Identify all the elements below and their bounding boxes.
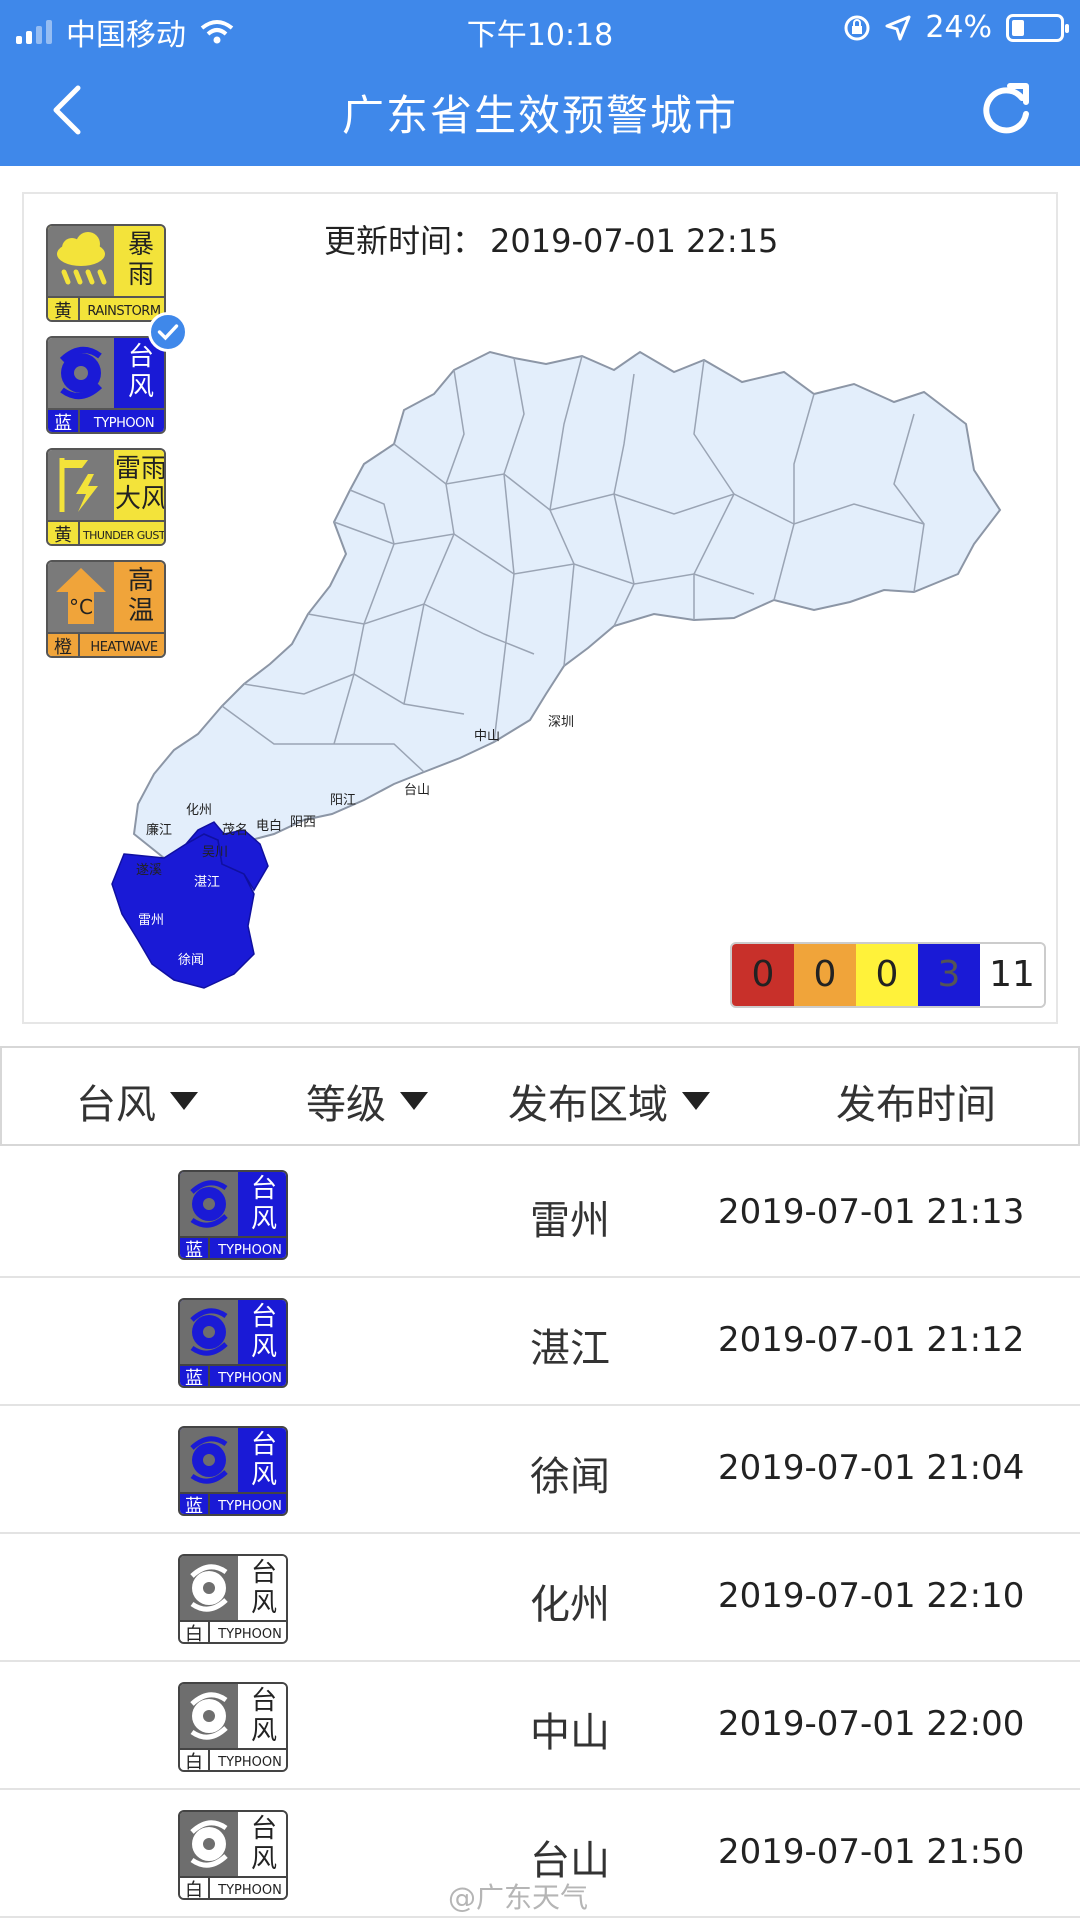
province-shape (132, 350, 1002, 860)
refresh-button[interactable] (976, 76, 1036, 140)
city-label: 阳江 (330, 793, 356, 808)
table-row[interactable]: 台风蓝 TYPHOON 雷州 2019-07-01 21:13 (0, 1150, 1080, 1278)
badge-en: TYPHOON (210, 1876, 286, 1898)
header-time: 发布时间 (836, 1072, 996, 1130)
badge-en: TYPHOON (210, 1748, 286, 1770)
typhoon-warning-badge: 台风白 TYPHOON (178, 1810, 288, 1900)
count-yellow: 0 (856, 944, 918, 1006)
typhoon-warning-badge: 台风白 TYPHOON (178, 1682, 288, 1772)
table-row[interactable]: 台风蓝 TYPHOON 徐闻 2019-07-01 21:04 (0, 1406, 1080, 1534)
orientation-lock-icon (844, 15, 870, 40)
row-time: 2019-07-01 22:00 (718, 1704, 1025, 1744)
badge-level: 白 (180, 1620, 210, 1642)
table-header: 台风 等级 发布区域 发布时间 (0, 1046, 1080, 1146)
typhoon-icon (180, 1428, 238, 1492)
row-area: 中山 (530, 1710, 610, 1756)
legend-level: 黄 (48, 296, 80, 320)
badge-level: 蓝 (180, 1364, 210, 1386)
row-time: 2019-07-01 22:10 (718, 1576, 1025, 1616)
header-type: 台风 (76, 1082, 156, 1128)
count-red: 0 (732, 944, 794, 1006)
legend-level: 橙 (48, 632, 80, 656)
guangdong-map[interactable]: 中山 深圳 台山 阳江 阳西 电白 茂名 化州 廉江 吴川 遂溪 湛江 雷州 徐… (94, 274, 1034, 994)
page-title: 广东省生效预警城市 (341, 91, 738, 140)
row-time: 2019-07-01 21:12 (718, 1320, 1025, 1360)
update-time-value: 2019-07-01 22:15 (490, 222, 779, 260)
city-label: 雷州 (138, 913, 164, 928)
city-label: 深圳 (548, 715, 574, 730)
badge-en: TYPHOON (210, 1620, 286, 1642)
update-time-label: 更新时间： (324, 222, 485, 260)
city-label: 茂名 (222, 822, 248, 838)
badge-word: 台风 (238, 1300, 286, 1364)
legend-level: 蓝 (48, 408, 80, 432)
typhoon-icon (180, 1300, 238, 1364)
row-time: 2019-07-01 21:04 (718, 1448, 1025, 1488)
city-label: 湛江 (194, 875, 220, 890)
map-panel: 更新时间： 2019-07-01 22:15 暴雨 黄 RAINSTORM 台风 … (22, 192, 1058, 1024)
badge-level: 白 (180, 1748, 210, 1770)
city-label: 遂溪 (136, 863, 162, 878)
typhoon-warning-badge: 台风蓝 TYPHOON (178, 1298, 288, 1388)
row-area: 雷州 (530, 1198, 610, 1244)
warning-counts: 0 0 0 3 11 (730, 942, 1046, 1008)
city-label: 电白 (256, 818, 282, 834)
status-bar: 中国移动 下午10:18 24% (0, 0, 1080, 56)
watermark: @广东天气 (448, 1881, 589, 1914)
dropdown-arrow-icon (682, 1092, 710, 1110)
location-arrow-icon (885, 15, 911, 40)
svg-text:°C: °C (69, 595, 93, 619)
badge-level: 蓝 (180, 1492, 210, 1514)
typhoon-icon (180, 1812, 238, 1876)
battery-icon (1006, 13, 1069, 42)
row-area: 湛江 (530, 1326, 610, 1372)
area-filter-dropdown[interactable]: 发布区域 (508, 1072, 710, 1130)
level-filter-dropdown[interactable]: 等级 (306, 1072, 428, 1130)
legend-level: 黄 (48, 520, 80, 544)
city-label: 阳西 (290, 815, 316, 830)
update-time: 更新时间： 2019-07-01 22:15 (324, 216, 778, 262)
badge-en: TYPHOON (210, 1236, 286, 1258)
typhoon-icon (180, 1172, 238, 1236)
count-blue: 3 (918, 944, 980, 1006)
city-label: 台山 (404, 783, 430, 798)
top-bar: 中国移动 下午10:18 24% 广东省生效预警城市 (0, 0, 1080, 166)
type-filter-dropdown[interactable]: 台风 (76, 1072, 198, 1130)
row-time: 2019-07-01 21:13 (718, 1192, 1025, 1232)
badge-word: 台风 (238, 1172, 286, 1236)
badge-en: TYPHOON (210, 1364, 286, 1386)
header-time-label: 发布时间 (836, 1082, 996, 1128)
badge-word: 台风 (238, 1556, 286, 1620)
row-area: 徐闻 (530, 1454, 610, 1500)
typhoon-warning-badge: 台风白 TYPHOON (178, 1554, 288, 1644)
dropdown-arrow-icon (170, 1092, 198, 1110)
city-label: 中山 (474, 729, 500, 744)
nav-bar: 广东省生效预警城市 (0, 70, 1080, 150)
typhoon-warning-badge: 台风蓝 TYPHOON (178, 1170, 288, 1260)
city-label: 徐闻 (178, 953, 204, 968)
city-label: 吴川 (202, 845, 228, 860)
city-label: 化州 (186, 803, 212, 818)
row-area: 化州 (530, 1582, 610, 1628)
header-level: 等级 (306, 1082, 386, 1128)
count-white: 11 (980, 944, 1044, 1006)
city-label: 廉江 (146, 822, 172, 838)
count-orange: 0 (794, 944, 856, 1006)
badge-level: 白 (180, 1876, 210, 1898)
table-row[interactable]: 台风蓝 TYPHOON 湛江 2019-07-01 21:12 (0, 1278, 1080, 1406)
typhoon-icon (180, 1684, 238, 1748)
badge-en: TYPHOON (210, 1492, 286, 1514)
badge-word: 台风 (238, 1812, 286, 1876)
row-time: 2019-07-01 21:50 (718, 1832, 1025, 1872)
typhoon-icon (180, 1556, 238, 1620)
table-row[interactable]: 台风白 TYPHOON 化州 2019-07-01 22:10 (0, 1534, 1080, 1662)
typhoon-warning-badge: 台风蓝 TYPHOON (178, 1426, 288, 1516)
badge-level: 蓝 (180, 1236, 210, 1258)
header-area: 发布区域 (508, 1082, 668, 1128)
battery-percent: 24% (925, 10, 992, 45)
badge-word: 台风 (238, 1428, 286, 1492)
badge-word: 台风 (238, 1684, 286, 1748)
table-row[interactable]: 台风白 TYPHOON 中山 2019-07-01 22:00 (0, 1662, 1080, 1790)
dropdown-arrow-icon (400, 1092, 428, 1110)
